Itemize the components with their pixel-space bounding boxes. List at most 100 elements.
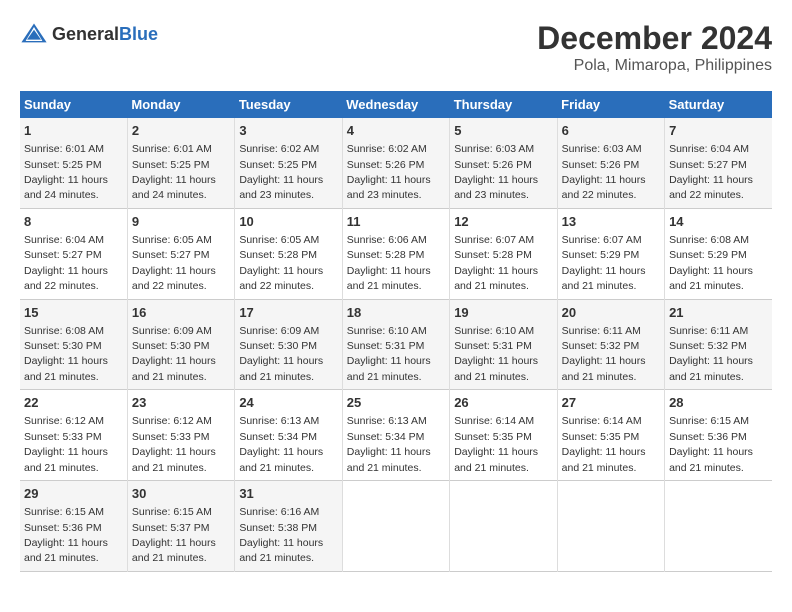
sunset-info: Sunset: 5:34 PM — [239, 431, 317, 443]
calendar-cell: 25 Sunrise: 6:13 AM Sunset: 5:34 PM Dayl… — [342, 390, 449, 481]
calendar-cell: 14 Sunrise: 6:08 AM Sunset: 5:29 PM Dayl… — [665, 208, 772, 299]
day-number: 17 — [239, 304, 337, 322]
daylight-info: Daylight: 11 hours and 21 minutes. — [669, 355, 753, 382]
day-number: 3 — [239, 122, 337, 140]
calendar-week-3: 15 Sunrise: 6:08 AM Sunset: 5:30 PM Dayl… — [20, 299, 772, 390]
day-number: 19 — [454, 304, 552, 322]
daylight-info: Daylight: 11 hours and 21 minutes. — [454, 265, 538, 292]
sunset-info: Sunset: 5:35 PM — [562, 431, 640, 443]
sunset-info: Sunset: 5:36 PM — [24, 522, 102, 534]
calendar-cell: 18 Sunrise: 6:10 AM Sunset: 5:31 PM Dayl… — [342, 299, 449, 390]
sunset-info: Sunset: 5:32 PM — [669, 340, 747, 352]
day-number: 18 — [347, 304, 445, 322]
day-number: 20 — [562, 304, 660, 322]
location: Pola, Mimaropa, Philippines — [537, 57, 772, 75]
sunset-info: Sunset: 5:36 PM — [669, 431, 747, 443]
calendar-cell: 21 Sunrise: 6:11 AM Sunset: 5:32 PM Dayl… — [665, 299, 772, 390]
sunrise-info: Sunrise: 6:14 AM — [562, 415, 642, 427]
calendar-cell: 30 Sunrise: 6:15 AM Sunset: 5:37 PM Dayl… — [127, 481, 234, 572]
sunrise-info: Sunrise: 6:13 AM — [347, 415, 427, 427]
calendar-cell — [342, 481, 449, 572]
daylight-info: Daylight: 11 hours and 24 minutes. — [132, 174, 216, 201]
day-number: 29 — [24, 485, 123, 503]
calendar-cell: 15 Sunrise: 6:08 AM Sunset: 5:30 PM Dayl… — [20, 299, 127, 390]
daylight-info: Daylight: 11 hours and 23 minutes. — [347, 174, 431, 201]
daylight-info: Daylight: 11 hours and 23 minutes. — [454, 174, 538, 201]
sunrise-info: Sunrise: 6:10 AM — [347, 325, 427, 337]
weekday-header-row: SundayMondayTuesdayWednesdayThursdayFrid… — [20, 91, 772, 118]
sunrise-info: Sunrise: 6:15 AM — [24, 506, 104, 518]
page-header: GeneralBlue December 2024 Pola, Mimaropa… — [20, 20, 772, 75]
day-number: 22 — [24, 394, 123, 412]
weekday-header-tuesday: Tuesday — [235, 91, 342, 118]
sunrise-info: Sunrise: 6:04 AM — [669, 143, 749, 155]
day-number: 30 — [132, 485, 230, 503]
sunset-info: Sunset: 5:34 PM — [347, 431, 425, 443]
day-number: 25 — [347, 394, 445, 412]
sunset-info: Sunset: 5:30 PM — [24, 340, 102, 352]
calendar-cell: 20 Sunrise: 6:11 AM Sunset: 5:32 PM Dayl… — [557, 299, 664, 390]
sunset-info: Sunset: 5:26 PM — [347, 159, 425, 171]
sunrise-info: Sunrise: 6:15 AM — [669, 415, 749, 427]
calendar-cell: 5 Sunrise: 6:03 AM Sunset: 5:26 PM Dayli… — [450, 118, 557, 208]
day-number: 10 — [239, 213, 337, 231]
sunrise-info: Sunrise: 6:01 AM — [132, 143, 212, 155]
day-number: 2 — [132, 122, 230, 140]
weekday-header-thursday: Thursday — [450, 91, 557, 118]
calendar-cell: 3 Sunrise: 6:02 AM Sunset: 5:25 PM Dayli… — [235, 118, 342, 208]
calendar-cell: 2 Sunrise: 6:01 AM Sunset: 5:25 PM Dayli… — [127, 118, 234, 208]
daylight-info: Daylight: 11 hours and 21 minutes. — [239, 446, 323, 473]
calendar-cell: 6 Sunrise: 6:03 AM Sunset: 5:26 PM Dayli… — [557, 118, 664, 208]
daylight-info: Daylight: 11 hours and 21 minutes. — [347, 446, 431, 473]
sunset-info: Sunset: 5:29 PM — [669, 249, 747, 261]
sunset-info: Sunset: 5:25 PM — [239, 159, 317, 171]
calendar-cell: 27 Sunrise: 6:14 AM Sunset: 5:35 PM Dayl… — [557, 390, 664, 481]
daylight-info: Daylight: 11 hours and 21 minutes. — [669, 446, 753, 473]
daylight-info: Daylight: 11 hours and 23 minutes. — [239, 174, 323, 201]
calendar-cell: 23 Sunrise: 6:12 AM Sunset: 5:33 PM Dayl… — [127, 390, 234, 481]
day-number: 31 — [239, 485, 337, 503]
daylight-info: Daylight: 11 hours and 21 minutes. — [24, 355, 108, 382]
sunset-info: Sunset: 5:35 PM — [454, 431, 532, 443]
sunset-info: Sunset: 5:29 PM — [562, 249, 640, 261]
calendar-cell — [557, 481, 664, 572]
sunset-info: Sunset: 5:28 PM — [454, 249, 532, 261]
calendar-cell: 16 Sunrise: 6:09 AM Sunset: 5:30 PM Dayl… — [127, 299, 234, 390]
sunset-info: Sunset: 5:37 PM — [132, 522, 210, 534]
calendar-cell: 9 Sunrise: 6:05 AM Sunset: 5:27 PM Dayli… — [127, 208, 234, 299]
day-number: 24 — [239, 394, 337, 412]
day-number: 6 — [562, 122, 660, 140]
day-number: 21 — [669, 304, 768, 322]
calendar-cell — [450, 481, 557, 572]
daylight-info: Daylight: 11 hours and 21 minutes. — [347, 265, 431, 292]
sunrise-info: Sunrise: 6:05 AM — [132, 234, 212, 246]
calendar-week-5: 29 Sunrise: 6:15 AM Sunset: 5:36 PM Dayl… — [20, 481, 772, 572]
weekday-header-monday: Monday — [127, 91, 234, 118]
sunset-info: Sunset: 5:25 PM — [132, 159, 210, 171]
sunset-info: Sunset: 5:28 PM — [347, 249, 425, 261]
sunset-info: Sunset: 5:27 PM — [24, 249, 102, 261]
sunrise-info: Sunrise: 6:11 AM — [669, 325, 748, 337]
calendar-week-1: 1 Sunrise: 6:01 AM Sunset: 5:25 PM Dayli… — [20, 118, 772, 208]
calendar-cell: 17 Sunrise: 6:09 AM Sunset: 5:30 PM Dayl… — [235, 299, 342, 390]
day-number: 9 — [132, 213, 230, 231]
weekday-header-friday: Friday — [557, 91, 664, 118]
calendar-cell: 31 Sunrise: 6:16 AM Sunset: 5:38 PM Dayl… — [235, 481, 342, 572]
day-number: 16 — [132, 304, 230, 322]
day-number: 13 — [562, 213, 660, 231]
daylight-info: Daylight: 11 hours and 21 minutes. — [132, 446, 216, 473]
day-number: 5 — [454, 122, 552, 140]
calendar-cell — [665, 481, 772, 572]
calendar-week-2: 8 Sunrise: 6:04 AM Sunset: 5:27 PM Dayli… — [20, 208, 772, 299]
calendar-cell: 28 Sunrise: 6:15 AM Sunset: 5:36 PM Dayl… — [665, 390, 772, 481]
daylight-info: Daylight: 11 hours and 21 minutes. — [239, 537, 323, 564]
day-number: 28 — [669, 394, 768, 412]
calendar-cell: 8 Sunrise: 6:04 AM Sunset: 5:27 PM Dayli… — [20, 208, 127, 299]
title-block: December 2024 Pola, Mimaropa, Philippine… — [537, 20, 772, 75]
sunrise-info: Sunrise: 6:11 AM — [562, 325, 641, 337]
sunrise-info: Sunrise: 6:08 AM — [669, 234, 749, 246]
sunrise-info: Sunrise: 6:09 AM — [132, 325, 212, 337]
calendar-cell: 29 Sunrise: 6:15 AM Sunset: 5:36 PM Dayl… — [20, 481, 127, 572]
daylight-info: Daylight: 11 hours and 22 minutes. — [669, 174, 753, 201]
sunrise-info: Sunrise: 6:07 AM — [562, 234, 642, 246]
